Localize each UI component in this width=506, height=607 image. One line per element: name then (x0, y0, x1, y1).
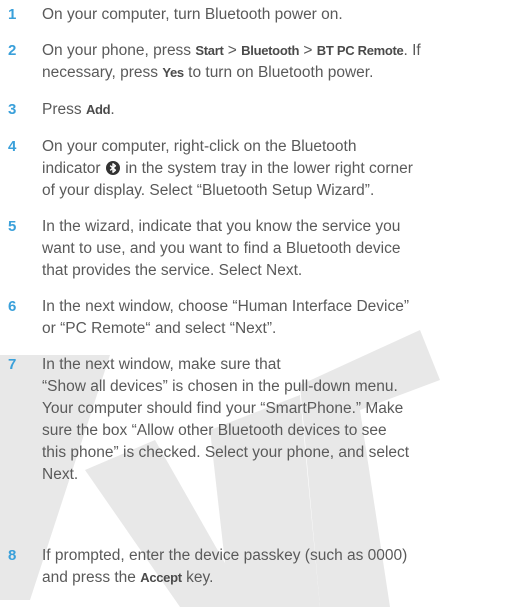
yes-key-label: Yes (162, 65, 184, 80)
step-number: 5 (8, 218, 17, 235)
step-number: 4 (8, 138, 17, 155)
step-6-text: In the next window, choose “Human Interf… (42, 298, 410, 315)
separator: > (299, 42, 317, 59)
bt-pc-remote-key-label: BT PC Remote (316, 43, 404, 58)
step-number: 2 (8, 42, 17, 59)
step-text: If prompted, enter the device passkey (s… (42, 545, 504, 589)
step-number: 6 (8, 298, 17, 315)
step-4-text: in the system tray in the lower right co… (120, 160, 413, 177)
step-8-text: and press the (42, 569, 141, 586)
step-7-text: this phone” is checked. Select your phon… (42, 444, 410, 461)
bluetooth-key-label: Bluetooth (241, 43, 300, 58)
step-text: In the wizard, indicate that you know th… (42, 216, 504, 282)
step-5-text: In the wizard, indicate that you know th… (42, 218, 401, 235)
step-2-text: to turn on Bluetooth power. (183, 64, 374, 81)
step-text: In the next window, choose “Human Interf… (42, 296, 504, 340)
step-7-text: Next. (42, 466, 79, 483)
step-1-text: On your computer, turn Bluetooth power o… (42, 6, 343, 23)
step-4-text: of your display. Select “Bluetooth Setup… (42, 182, 375, 199)
accept-key-label: Accept (140, 570, 182, 585)
step-3-text: . (110, 101, 115, 118)
step-6-text: or “PC Remote“ and select “Next”. (42, 320, 277, 337)
start-key-label: Start (195, 43, 224, 58)
step-2-text: necessary, press (42, 64, 163, 81)
step-8-text: key. (181, 569, 214, 586)
step-2-text: On your phone, press (42, 42, 196, 59)
step-number: 8 (8, 547, 17, 564)
step-7-text: sure the box “Allow other Bluetooth devi… (42, 422, 387, 439)
step-text: On your computer, turn Bluetooth power o… (42, 4, 504, 26)
add-key-label: Add (85, 102, 111, 117)
step-5-text: want to use, and you want to find a Blue… (42, 240, 401, 257)
step-7-text: In the next window, make sure that (42, 356, 281, 373)
step-7-text: “Show all devices” is chosen in the pull… (42, 378, 398, 395)
step-text: In the next window, make sure that “Show… (42, 354, 504, 486)
step-number: 3 (8, 101, 17, 118)
step-text: On your phone, press Start > Bluetooth >… (42, 40, 504, 84)
step-4-text: indicator (42, 160, 105, 177)
step-5-text: that provides the service. Select Next. (42, 262, 303, 279)
step-text: Press Add. (42, 99, 504, 121)
step-text: On your computer, right-click on the Blu… (42, 136, 504, 202)
step-number: 7 (8, 356, 17, 373)
step-8-text: If prompted, enter the device passkey (s… (42, 547, 408, 564)
step-7-text: Your computer should find your “SmartPho… (42, 400, 404, 417)
step-3-text: Press (42, 101, 86, 118)
bluetooth-icon (105, 161, 120, 175)
step-number: 1 (8, 6, 17, 23)
step-2-text: . If (403, 42, 421, 59)
separator: > (223, 42, 242, 59)
step-4-text: On your computer, right-click on the Blu… (42, 138, 357, 155)
